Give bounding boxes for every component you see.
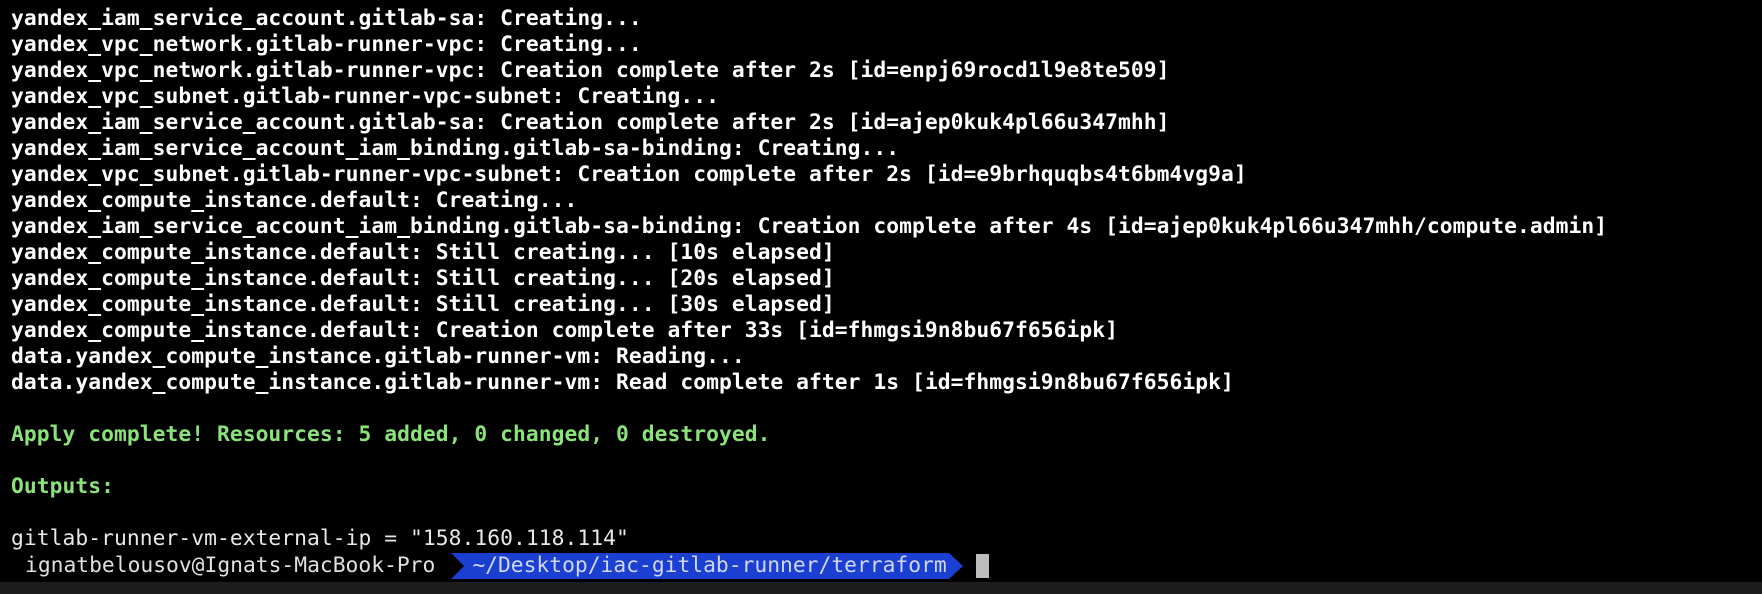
window-bottom-edge [0, 582, 1762, 594]
log-line: yandex_vpc_subnet.gitlab-runner-vpc-subn… [11, 162, 1247, 187]
text-cursor[interactable] [975, 554, 989, 578]
outputs-label: Outputs: [11, 474, 114, 499]
log-line: data.yandex_compute_instance.gitlab-runn… [11, 370, 1234, 395]
log-line: yandex_vpc_network.gitlab-runner-vpc: Cr… [11, 58, 1170, 83]
log-line: yandex_iam_service_account.gitlab-sa: Cr… [11, 6, 642, 31]
log-line: yandex_vpc_subnet.gitlab-runner-vpc-subn… [11, 84, 719, 109]
output-value-line: gitlab-runner-vm-external-ip = "158.160.… [11, 526, 629, 551]
prompt-path-segment: ~/Desktop/iac-gitlab-runner/terraform [451, 553, 963, 579]
log-line: yandex_compute_instance.default: Still c… [11, 292, 835, 317]
log-line: yandex_compute_instance.default: Creatin… [11, 188, 578, 213]
log-line: yandex_iam_service_account_iam_binding.g… [11, 136, 900, 161]
prompt-path: ~/Desktop/iac-gitlab-runner/terraform [464, 553, 949, 579]
apply-summary: Apply complete! Resources: 5 added, 0 ch… [11, 422, 771, 447]
log-line: yandex_vpc_network.gitlab-runner-vpc: Cr… [11, 32, 642, 57]
segment-end-arrow-icon [948, 553, 963, 579]
log-line: yandex_compute_instance.default: Creatio… [11, 318, 1118, 343]
log-line: yandex_compute_instance.default: Still c… [11, 266, 835, 291]
shell-prompt[interactable]: ignatbelousov@Ignats-MacBook-Pro ~/Deskt… [0, 553, 989, 579]
log-line: data.yandex_compute_instance.gitlab-runn… [11, 344, 745, 369]
terminal-window[interactable]: yandex_iam_service_account.gitlab-sa: Cr… [0, 0, 1762, 594]
prompt-user-host: ignatbelousov@Ignats-MacBook-Pro [25, 553, 436, 578]
log-line: yandex_compute_instance.default: Still c… [11, 240, 835, 265]
log-line: yandex_iam_service_account.gitlab-sa: Cr… [11, 110, 1170, 135]
log-line: yandex_iam_service_account_iam_binding.g… [11, 214, 1608, 239]
segment-start-arrow-icon [451, 553, 465, 579]
